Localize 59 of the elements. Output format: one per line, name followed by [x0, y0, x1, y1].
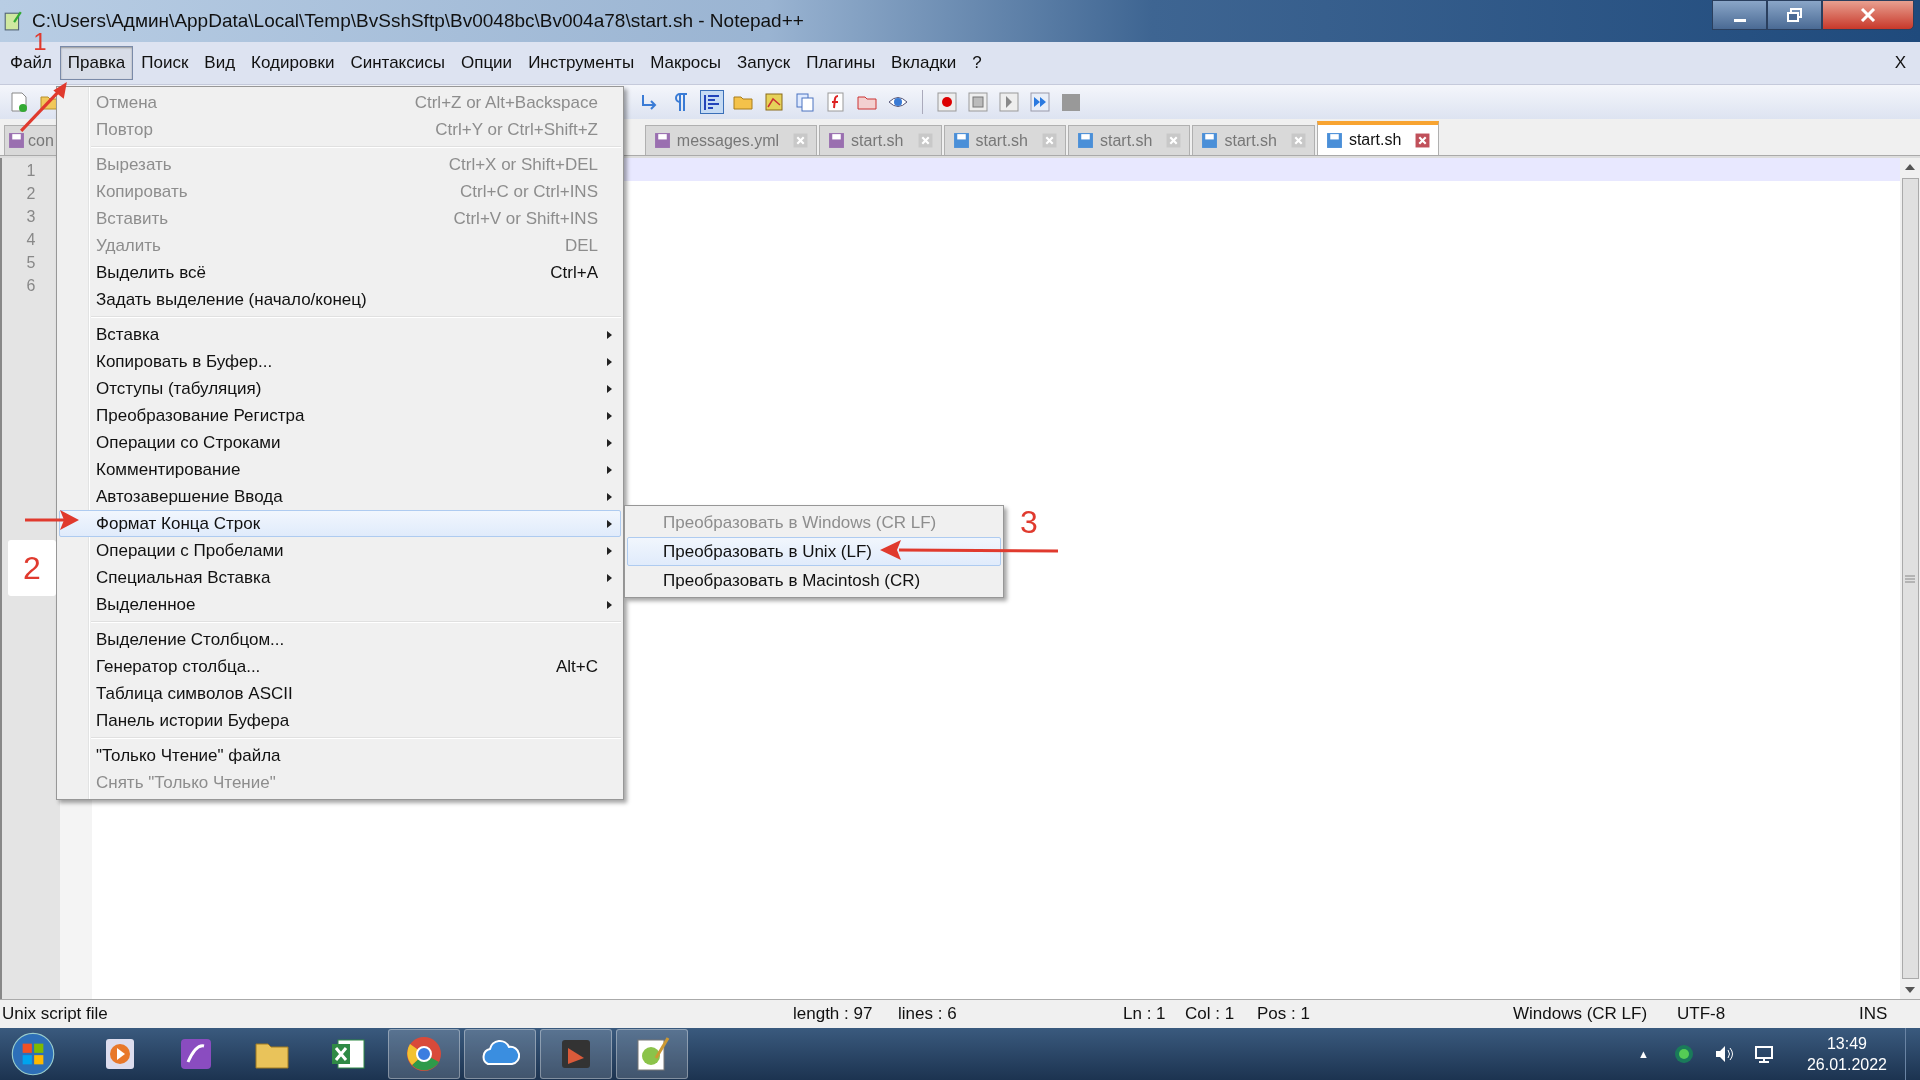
menu-option-label: Вставка: [96, 324, 161, 345]
line-number: 1: [26, 161, 36, 181]
shortcut-label: Alt+C: [555, 656, 598, 677]
encoding: UTF-8: [1677, 1004, 1726, 1024]
tab-label: messages.yml: [676, 131, 780, 150]
shortcut-label: Ctrl+Z or Alt+Backspace: [414, 92, 598, 113]
line-position: Ln : 1: [1123, 1004, 1166, 1024]
menu-option-label: Копировать в Буфер...: [96, 351, 274, 372]
menu-option-label: Операции со Строками: [96, 432, 282, 453]
file-type: Unix script file: [2, 1004, 108, 1024]
step-number: 2: [8, 540, 56, 596]
tab-label: start.sh: [851, 131, 904, 150]
menu-option-label: Повтор: [96, 119, 154, 140]
menu-option-label: Таблица символов ASCII: [96, 683, 294, 704]
menu-option-label: Панель истории Буфера: [96, 710, 291, 731]
menu-option-label: Копировать: [96, 181, 189, 202]
shortcut-label: Ctrl+Y or Ctrl+Shift+Z: [435, 119, 598, 140]
shortcut-label: Ctrl+V or Shift+INS: [453, 208, 598, 229]
menu-option-label: Вырезать: [96, 154, 173, 175]
tab-label: start.sh: [1224, 131, 1277, 150]
menu-option-label: Удалить: [96, 235, 162, 256]
menu-option-label: Специальная Вставка: [96, 567, 272, 588]
shortcut-label: Ctrl+A: [550, 262, 598, 283]
length-count: length : 97: [793, 1004, 873, 1024]
menu-option-label: Комментирование: [96, 459, 242, 480]
menu-option-label: "Только Чтение" файла: [96, 745, 282, 766]
menu-option-label: Снять "Только Чтение": [96, 772, 277, 793]
tab-label: start.sh: [1348, 131, 1402, 149]
window-title: C:\Users\Админ\AppData\Local\Temp\BvSshSftp\Bv0048bc\Bv004a78\start.sh - Notepad++: [32, 10, 805, 32]
shortcut-label: Ctrl+X or Shift+DEL: [448, 154, 598, 175]
tab-label: start.sh: [1100, 131, 1153, 150]
shortcut-label: DEL: [564, 235, 598, 256]
menu-option-label: Преобразование Регистра: [96, 405, 306, 426]
menu-option-label: Выделенное: [96, 594, 197, 615]
tab-label: con: [28, 131, 54, 150]
menu-option-label: Задать выделение (начало/конец): [96, 289, 368, 310]
line-number: 4: [26, 230, 36, 250]
menu-option-label: Операции с Пробелами: [96, 540, 285, 561]
line-ending: Windows (CR LF): [1513, 1004, 1648, 1024]
line-number: 3: [26, 207, 36, 227]
shortcut-label: Ctrl+C or Ctrl+INS: [460, 181, 598, 202]
step-number: 3: [1019, 504, 1039, 540]
menu-option-label: Отмена: [96, 92, 158, 113]
menu-option-label: Выделить всё: [96, 262, 207, 283]
line-number: 6: [26, 276, 36, 296]
menu-option-label: Вставить: [96, 208, 170, 229]
menu-option-label: Отступы (табуляция): [96, 378, 263, 399]
line-number: 2: [26, 184, 36, 204]
lines-count: lines : 6: [898, 1004, 957, 1024]
insert-mode: INS: [1859, 1004, 1888, 1024]
tab-label: start.sh: [975, 131, 1028, 150]
step-number: 1: [32, 31, 47, 53]
menu-option-label: Выделение Столбцом...: [96, 629, 286, 650]
line-number: 5: [26, 253, 36, 273]
menu-option-label: Формат Конца Строк: [96, 513, 262, 534]
char-position: Pos : 1: [1257, 1004, 1310, 1024]
menu-option-label: Автозавершение Ввода: [96, 486, 284, 507]
column-position: Col : 1: [1185, 1004, 1235, 1024]
menu-option-label: Генератор столбца...: [96, 656, 262, 677]
